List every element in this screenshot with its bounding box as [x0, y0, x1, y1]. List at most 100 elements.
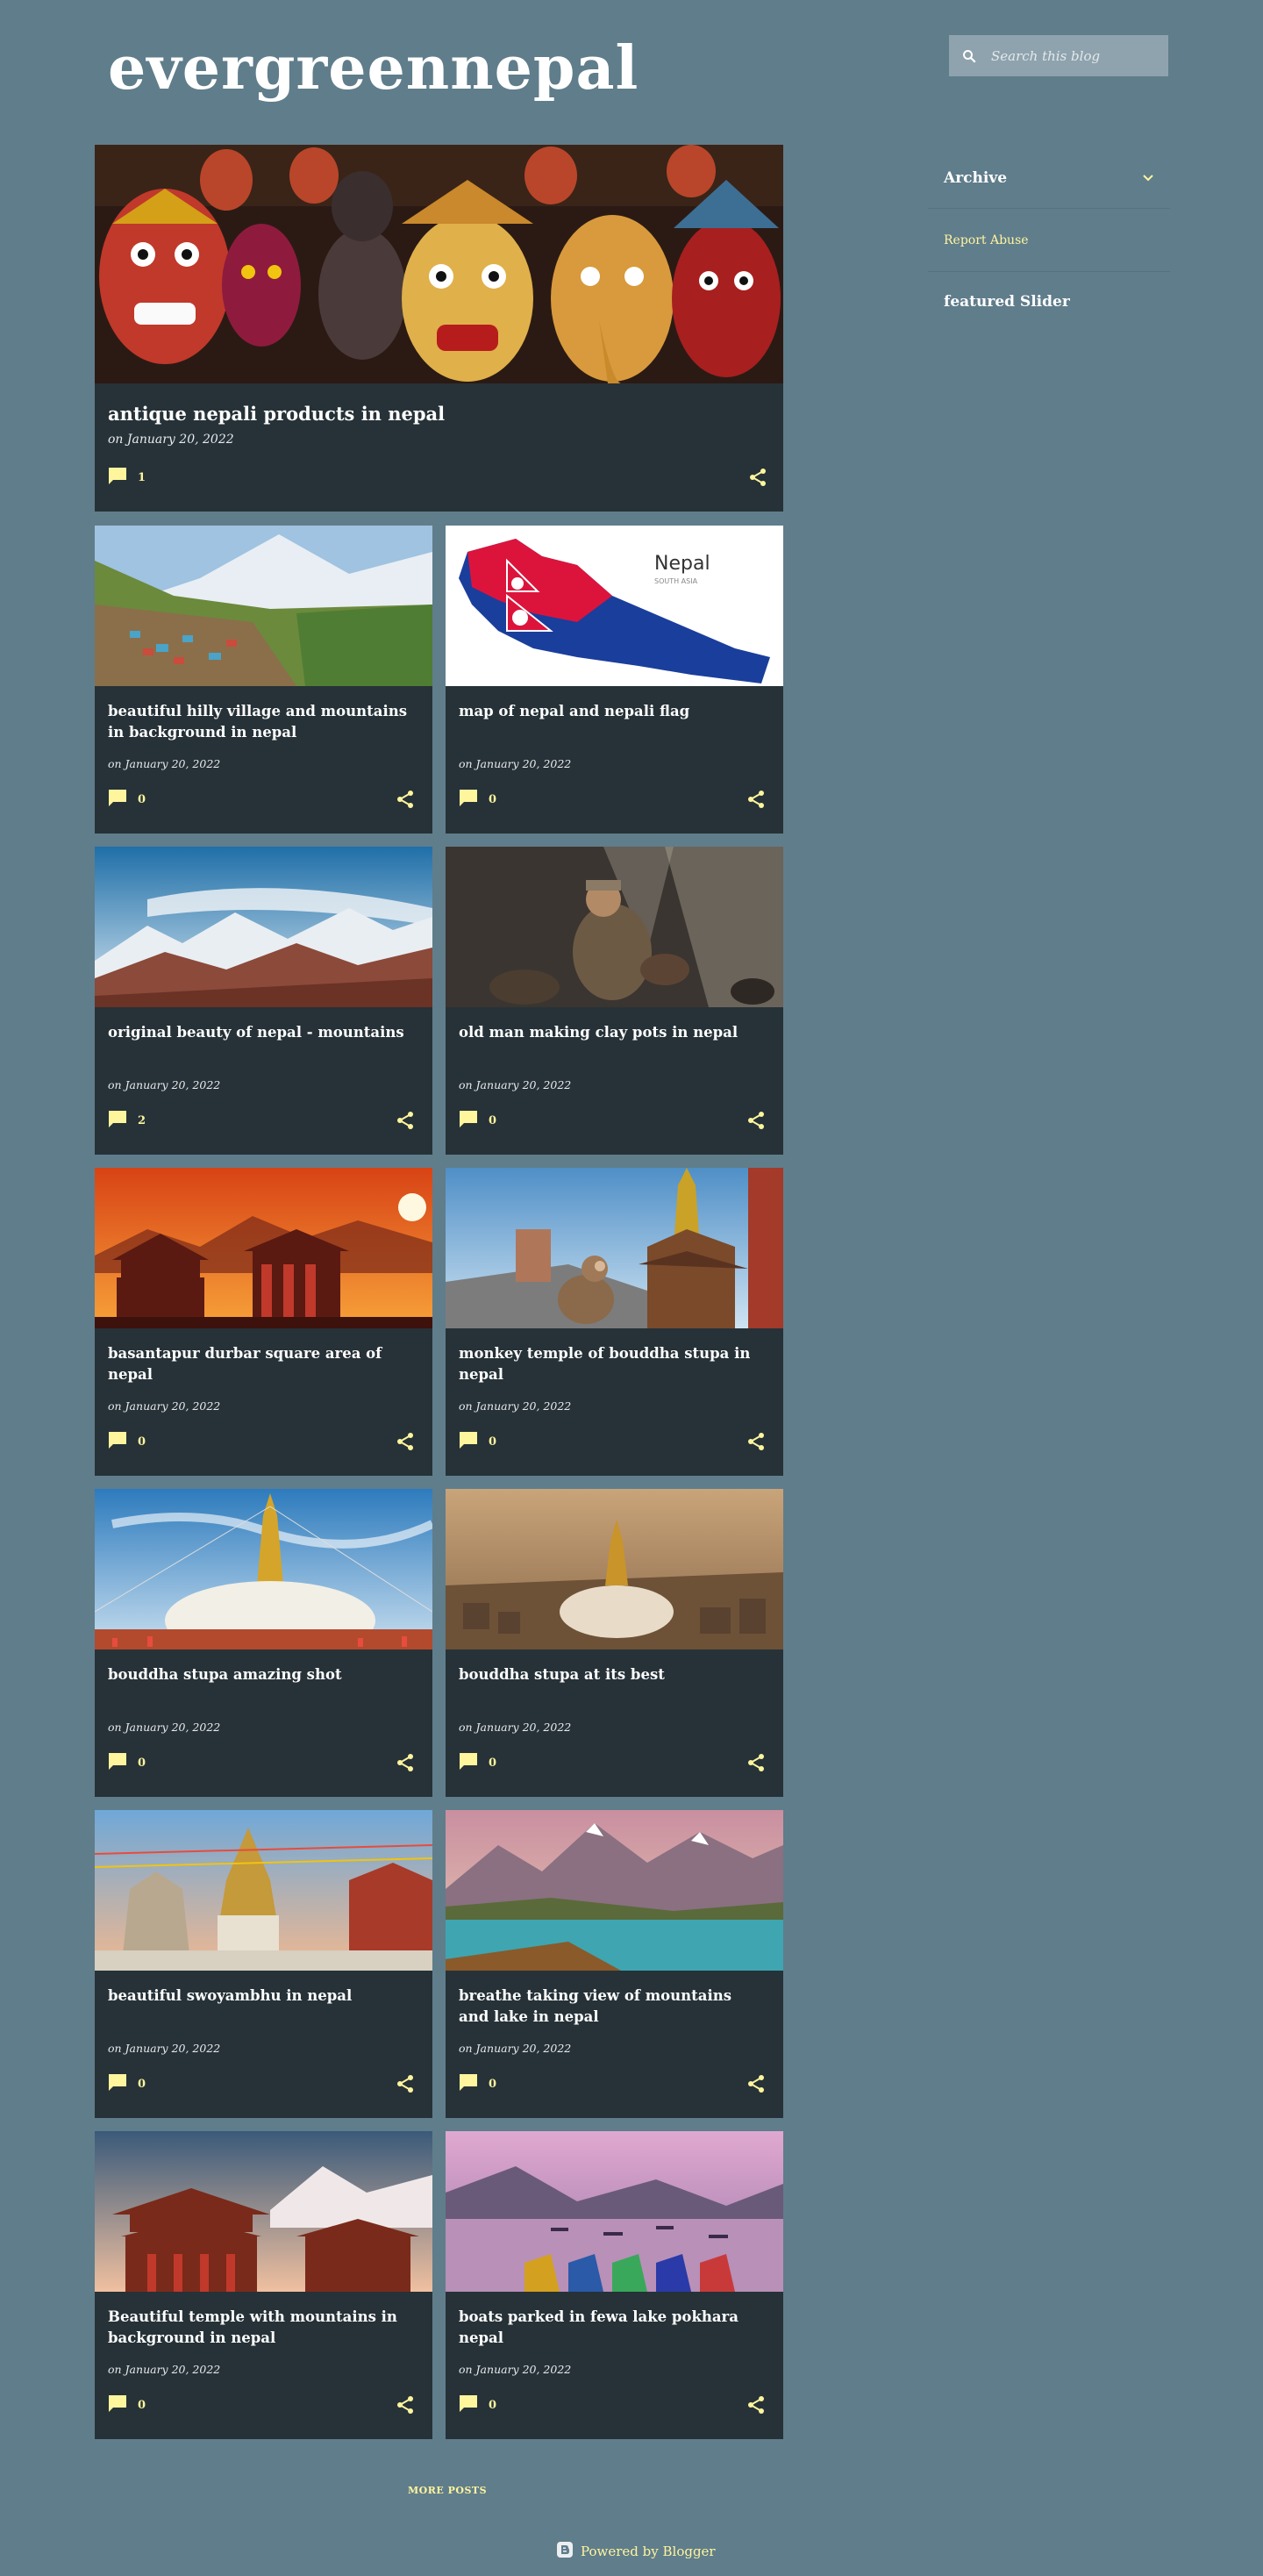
blog-title[interactable]: evergreennepal — [108, 33, 639, 104]
share-icon[interactable] — [396, 1432, 415, 1455]
comment-icon — [459, 2394, 478, 2415]
post-date[interactable]: on January 20, 2022 — [459, 757, 571, 770]
post-date[interactable]: on January 20, 2022 — [108, 2363, 220, 2376]
share-icon[interactable] — [396, 2395, 415, 2418]
share-icon[interactable] — [396, 790, 415, 812]
featured-post-title[interactable]: antique nepali products in nepal — [108, 403, 445, 425]
mountain-village-image[interactable] — [95, 526, 432, 686]
post-title[interactable]: bouddha stupa at its best — [459, 1664, 766, 1685]
more-posts-link[interactable]: MORE POSTS — [408, 2485, 487, 2496]
post-title[interactable]: map of nepal and nepali flag — [459, 701, 766, 722]
powered-by-label: Powered by Blogger — [581, 2544, 716, 2559]
mountain-lake-image[interactable] — [446, 1810, 783, 1971]
comment-link[interactable]: 0 — [108, 1752, 146, 1773]
potter-image[interactable] — [446, 847, 783, 1007]
post-title[interactable]: Beautiful temple with mountains in backg… — [108, 2307, 415, 2349]
post-card[interactable]: bouddha stupa at its best on January 20,… — [446, 1489, 783, 1797]
post-title[interactable]: original beauty of nepal - mountains — [108, 1022, 415, 1043]
post-card[interactable]: breathe taking view of mountains and lak… — [446, 1810, 783, 2118]
post-date[interactable]: on January 20, 2022 — [108, 757, 220, 770]
comment-link[interactable]: 0 — [459, 1431, 496, 1452]
chevron-down-icon[interactable] — [1142, 169, 1154, 187]
share-icon[interactable] — [746, 1432, 766, 1455]
post-card[interactable]: beautiful hilly village and mountains in… — [95, 526, 432, 834]
search-input[interactable] — [989, 47, 1160, 65]
featured-slider-label: featured Slider — [944, 293, 1070, 311]
comment-link[interactable]: 0 — [459, 1110, 496, 1131]
share-icon[interactable] — [746, 1753, 766, 1776]
share-icon[interactable] — [748, 468, 767, 490]
masks-image[interactable] — [95, 145, 783, 383]
post-card[interactable]: Beautiful temple with mountains in backg… — [95, 2131, 432, 2439]
comment-link[interactable]: 0 — [108, 2073, 146, 2094]
comment-link[interactable]: 0 — [108, 1431, 146, 1452]
search-box[interactable] — [949, 35, 1168, 76]
post-date[interactable]: on January 20, 2022 — [459, 2042, 571, 2055]
share-icon[interactable] — [746, 1111, 766, 1134]
share-icon[interactable] — [396, 1753, 415, 1776]
post-card[interactable]: basantapur durbar square area of nepal o… — [95, 1168, 432, 1476]
post-card[interactable]: bouddha stupa amazing shot on January 20… — [95, 1489, 432, 1797]
comment-icon — [108, 1431, 127, 1452]
map-region-label: SOUTH ASIA — [654, 577, 698, 585]
comment-link[interactable]: 0 — [459, 2073, 496, 2094]
archive-toggle[interactable]: Archive — [928, 147, 1170, 209]
comment-link[interactable]: 0 — [459, 789, 496, 810]
fewa-boats-image[interactable] — [446, 2131, 783, 2292]
post-title[interactable]: beautiful hilly village and mountains in… — [108, 701, 415, 743]
comment-count: 0 — [489, 1435, 497, 1449]
stupa-blue-image[interactable] — [95, 1489, 432, 1649]
post-card[interactable]: monkey temple of bouddha stupa in nepal … — [446, 1168, 783, 1476]
comment-link[interactable]: 0 — [108, 2394, 146, 2415]
post-card[interactable]: old man making clay pots in nepal on Jan… — [446, 847, 783, 1155]
comment-link[interactable]: 2 — [108, 1110, 146, 1131]
snowy-mountains-image[interactable] — [95, 847, 432, 1007]
comment-count: 0 — [138, 1756, 146, 1770]
stupa-haze-image[interactable] — [446, 1489, 783, 1649]
post-title[interactable]: monkey temple of bouddha stupa in nepal — [459, 1343, 766, 1385]
post-title[interactable]: breathe taking view of mountains and lak… — [459, 1986, 766, 2028]
monkey-temple-image[interactable] — [446, 1168, 783, 1328]
map-country-label: Nepal — [654, 553, 710, 575]
share-icon[interactable] — [746, 2074, 766, 2097]
featured-post-date[interactable]: on January 20, 2022 — [108, 433, 234, 447]
post-card[interactable]: original beauty of nepal - mountains on … — [95, 847, 432, 1155]
report-abuse-link[interactable]: Report Abuse — [928, 209, 1170, 272]
temple-mountains-image[interactable] — [95, 2131, 432, 2292]
comment-link[interactable]: 0 — [108, 789, 146, 810]
post-title[interactable]: old man making clay pots in nepal — [459, 1022, 766, 1043]
nepal-map-image[interactable]: Nepal SOUTH ASIA — [446, 526, 783, 686]
powered-by-blogger-link[interactable]: Powered by Blogger — [556, 2541, 716, 2562]
swoyambhu-image[interactable] — [95, 1810, 432, 1971]
share-icon[interactable] — [396, 2074, 415, 2097]
post-date[interactable]: on January 20, 2022 — [108, 2042, 220, 2055]
post-card[interactable]: boats parked in fewa lake pokhara nepal … — [446, 2131, 783, 2439]
comment-count: 0 — [489, 2398, 497, 2412]
post-date[interactable]: on January 20, 2022 — [459, 2363, 571, 2376]
post-date[interactable]: on January 20, 2022 — [108, 1078, 220, 1091]
comment-link[interactable]: 0 — [459, 2394, 496, 2415]
durbar-sunset-image[interactable] — [95, 1168, 432, 1328]
post-date[interactable]: on January 20, 2022 — [108, 1399, 220, 1413]
comment-count: 0 — [489, 1756, 497, 1770]
post-date[interactable]: on January 20, 2022 — [459, 1399, 571, 1413]
comment-link[interactable]: 0 — [459, 1752, 496, 1773]
share-icon[interactable] — [746, 2395, 766, 2418]
post-date[interactable]: on January 20, 2022 — [459, 1078, 571, 1091]
comment-count: 0 — [489, 2077, 497, 2091]
post-title[interactable]: bouddha stupa amazing shot — [108, 1664, 415, 1685]
post-title[interactable]: boats parked in fewa lake pokhara nepal — [459, 2307, 766, 2349]
post-title[interactable]: basantapur durbar square area of nepal — [108, 1343, 415, 1385]
post-date[interactable]: on January 20, 2022 — [459, 1721, 571, 1734]
comment-icon — [459, 789, 478, 810]
comment-link[interactable]: 1 — [108, 467, 146, 488]
post-card[interactable]: beautiful swoyambhu in nepal on January … — [95, 1810, 432, 2118]
share-icon[interactable] — [396, 1111, 415, 1134]
featured-post-card[interactable]: antique nepali products in nepal on Janu… — [95, 145, 783, 512]
share-icon[interactable] — [746, 790, 766, 812]
post-card[interactable]: Nepal SOUTH ASIA map of nepal and nepali… — [446, 526, 783, 834]
post-title[interactable]: beautiful swoyambhu in nepal — [108, 1986, 415, 2007]
comment-icon — [459, 1431, 478, 1452]
search-icon[interactable] — [949, 48, 989, 64]
post-date[interactable]: on January 20, 2022 — [108, 1721, 220, 1734]
